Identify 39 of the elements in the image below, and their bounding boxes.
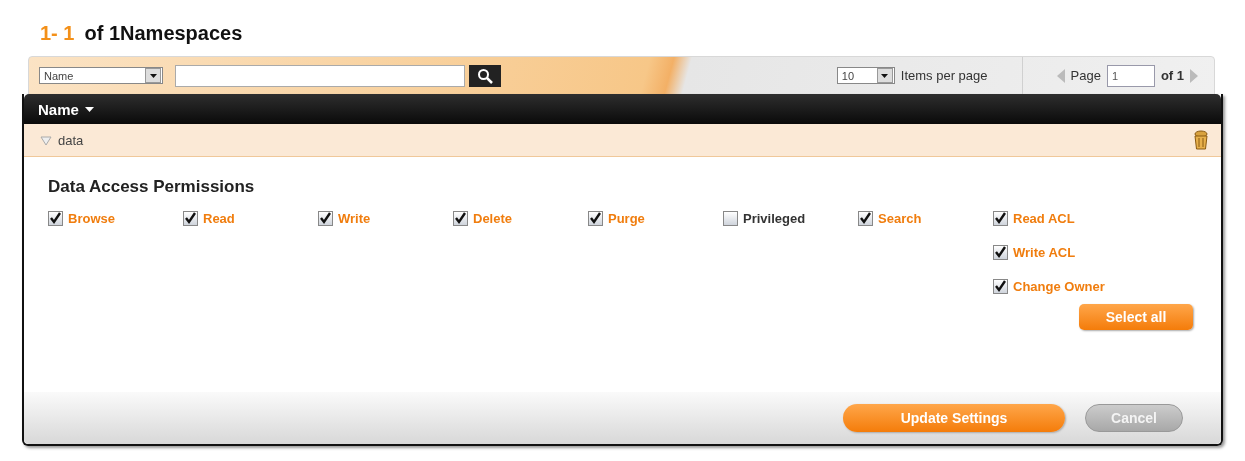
caret-icon [149, 73, 157, 78]
checkbox[interactable] [183, 211, 198, 226]
permission-label: Write ACL [1013, 245, 1076, 260]
permissions-title: Data Access Permissions [48, 177, 256, 197]
page-label: Page [1070, 68, 1101, 83]
caret-icon [84, 106, 94, 112]
checkbox[interactable] [993, 211, 1008, 226]
search-icon [477, 67, 493, 84]
checkbox[interactable] [993, 279, 1008, 294]
checkbox[interactable] [48, 211, 63, 226]
page-field[interactable]: 1 [1106, 64, 1155, 87]
checkbox[interactable] [588, 211, 603, 226]
permission-label: Delete [473, 211, 513, 226]
namespace-name: data [58, 132, 84, 148]
trash-icon[interactable] [1193, 130, 1209, 150]
caret-icon [881, 73, 889, 78]
result-range: 1- 1 [40, 21, 75, 45]
permission-label: Read [203, 211, 235, 226]
permission-label: Search [878, 211, 922, 226]
page-total: of 1 [1160, 68, 1184, 83]
permission-label: Browse [68, 211, 115, 226]
result-total: of 1Namespaces [84, 21, 243, 45]
filter-select[interactable]: Name [39, 67, 163, 84]
checkbox[interactable] [858, 211, 873, 226]
search-button[interactable] [469, 64, 501, 87]
permission-label: Read ACL [1013, 211, 1075, 226]
permission-label: Write [338, 211, 371, 226]
per-page-label: Items per page [900, 68, 988, 83]
checkbox[interactable] [453, 211, 468, 226]
permission-label: Privileged [743, 211, 806, 226]
checkbox[interactable] [993, 245, 1008, 260]
search-field[interactable] [175, 64, 465, 87]
checkbox[interactable] [318, 211, 333, 226]
name-column-header[interactable]: Name [38, 100, 94, 118]
per-page-select[interactable]: 10 [836, 67, 895, 84]
permission-label: Purge [608, 211, 645, 226]
permission-label: Change Owner [1013, 279, 1105, 294]
expand-toggle-icon[interactable] [40, 134, 52, 146]
checkbox[interactable] [723, 211, 738, 226]
